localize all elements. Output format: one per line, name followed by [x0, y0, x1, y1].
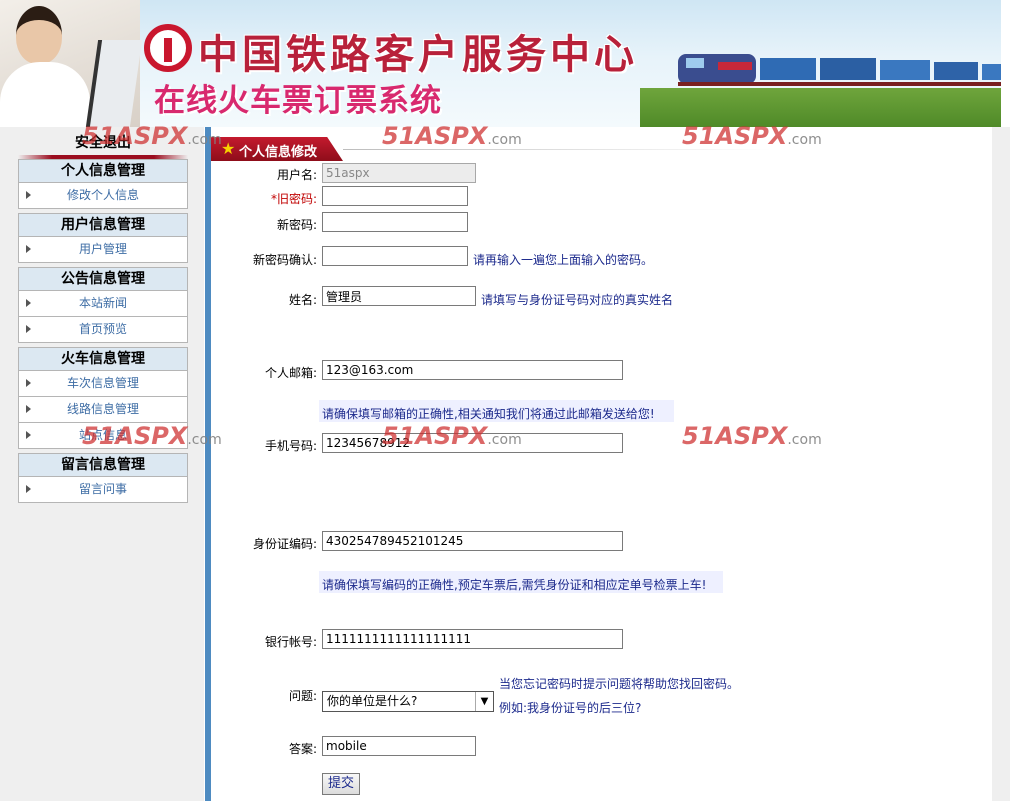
sidebar-group-messages: 留言信息管理 留言问事 — [18, 453, 188, 503]
sidebar-item-label: 留言问事 — [78, 482, 127, 496]
phone-label: 手机号码: — [264, 439, 317, 453]
id-number-hint: 请确保填写编码的正确性,预定车票后,需凭身份证和相应定单号检票上车! — [322, 578, 707, 592]
question-label: 问题: — [288, 689, 317, 703]
id-number-field[interactable] — [322, 531, 623, 551]
sidebar: 安全退出 个人信息管理 修改个人信息 用户信息管理 用户管理 公告信息管理 本站… — [0, 127, 204, 801]
header-banner: 中国铁路客户服务中心 在线火车票订票系统 — [0, 0, 1001, 127]
name-hint: 请填写与身份证号码对应的真实姓名 — [481, 293, 674, 307]
confirm-password-hint: 请再输入一遍您上面输入的密码。 — [473, 253, 654, 267]
question-select-value: 你的单位是什么? — [327, 694, 418, 708]
railway-logo-icon — [144, 24, 192, 72]
banner-subtitle: 在线火车票订票系统 — [154, 83, 442, 119]
old-password-field[interactable] — [322, 186, 468, 206]
name-label: 姓名: — [288, 293, 317, 307]
answer-field[interactable] — [322, 736, 476, 756]
name-field[interactable] — [322, 286, 476, 306]
chevron-down-icon[interactable]: ▼ — [475, 692, 493, 711]
triangle-right-icon — [26, 431, 31, 439]
star-icon: ★ — [221, 139, 236, 158]
confirm-password-field[interactable] — [322, 246, 468, 266]
triangle-right-icon — [26, 379, 31, 387]
sidebar-item-label: 本站新闻 — [78, 296, 127, 310]
train-illustration — [678, 54, 1001, 86]
right-gutter — [992, 127, 1010, 801]
main-content: ★ 个人信息修改 用户名: *旧密码: 新密码: 新密码确认: 请再输入一遍您上… — [211, 127, 992, 801]
sidebar-item-label: 用户管理 — [78, 242, 127, 256]
section-title: 个人信息修改 — [239, 145, 318, 160]
triangle-right-icon — [26, 325, 31, 333]
bank-account-field[interactable] — [322, 629, 623, 649]
username-label: 用户名: — [276, 168, 317, 182]
question-select[interactable]: 你的单位是什么? ▼ — [322, 691, 494, 712]
sidebar-group-title: 留言信息管理 — [18, 453, 188, 477]
sidebar-item-label: 车次信息管理 — [66, 376, 139, 390]
operator-illustration — [0, 0, 143, 127]
triangle-right-icon — [26, 245, 31, 253]
watermark: 51ASPX.com — [382, 422, 522, 450]
new-password-field[interactable] — [322, 212, 468, 232]
confirm-password-label: 新密码确认: — [252, 253, 317, 267]
answer-label: 答案: — [288, 742, 317, 756]
triangle-right-icon — [26, 191, 31, 199]
sidebar-item-user-management[interactable]: 用户管理 — [18, 237, 188, 263]
sidebar-item-home-preview[interactable]: 首页预览 — [18, 317, 188, 343]
watermark: 51ASPX.com — [82, 122, 222, 150]
sidebar-group-announcements: 公告信息管理 本站新闻 首页预览 — [18, 267, 188, 343]
watermark: 51ASPX.com — [682, 122, 822, 150]
sidebar-item-label: 线路信息管理 — [66, 402, 139, 416]
new-password-label: 新密码: — [276, 218, 317, 232]
watermark: 51ASPX.com — [382, 122, 522, 150]
watermark: 51ASPX.com — [682, 422, 822, 450]
banner-title: 中国铁路客户服务中心 — [198, 31, 638, 78]
sidebar-group-personal: 个人信息管理 修改个人信息 — [18, 159, 188, 209]
sidebar-item-train-management[interactable]: 车次信息管理 — [18, 371, 188, 397]
email-label: 个人邮箱: — [264, 366, 317, 380]
triangle-right-icon — [26, 485, 31, 493]
id-number-label: 身份证编码: — [252, 537, 317, 551]
email-field[interactable] — [322, 360, 623, 380]
sidebar-item-route-management[interactable]: 线路信息管理 — [18, 397, 188, 423]
triangle-right-icon — [26, 405, 31, 413]
email-hint: 请确保填写邮箱的正确性,相关通知我们将通过此邮箱发送给您! — [322, 407, 655, 421]
sidebar-group-users: 用户信息管理 用户管理 — [18, 213, 188, 263]
bank-account-label: 银行帐号: — [264, 635, 317, 649]
sidebar-item-messages[interactable]: 留言问事 — [18, 477, 188, 503]
sidebar-group-title: 公告信息管理 — [18, 267, 188, 291]
sidebar-item-label: 修改个人信息 — [66, 188, 139, 202]
submit-button[interactable]: 提交 — [322, 773, 360, 795]
sidebar-group-title: 个人信息管理 — [18, 159, 188, 183]
old-password-label: *旧密码: — [270, 192, 317, 206]
sidebar-item-site-news[interactable]: 本站新闻 — [18, 291, 188, 317]
triangle-right-icon — [26, 299, 31, 307]
question-hint: 当您忘记密码时提示问题将帮助您找回密码。 — [499, 677, 740, 691]
sidebar-group-title: 火车信息管理 — [18, 347, 188, 371]
sidebar-item-label: 首页预览 — [78, 322, 127, 336]
sidebar-group-title: 用户信息管理 — [18, 213, 188, 237]
watermark: 51ASPX.com — [82, 422, 222, 450]
sidebar-item-edit-profile[interactable]: 修改个人信息 — [18, 183, 188, 209]
username-field — [322, 163, 476, 183]
question-example: 例如:我身份证号的后三位? — [499, 701, 642, 715]
